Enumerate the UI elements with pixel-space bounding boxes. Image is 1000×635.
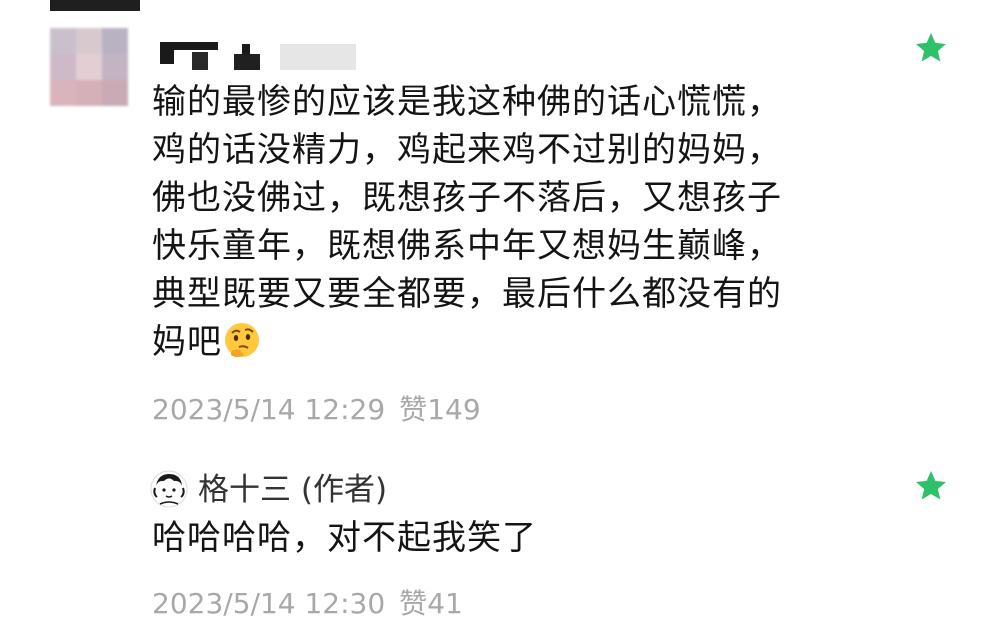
like-label[interactable]: 赞 (399, 587, 427, 620)
top-bar (50, 0, 140, 11)
comment-line: 妈吧 (152, 322, 222, 362)
username-redacted[interactable] (160, 38, 360, 72)
like-count: 149 (427, 393, 481, 426)
like-count: 41 (427, 587, 463, 620)
comment-line: 输的最惨的应该是我这种佛的话心慌慌， (152, 82, 782, 122)
reply-body: 哈哈哈哈，对不起我笑了 (152, 518, 537, 558)
like-label[interactable]: 赞 (399, 393, 427, 426)
author-avatar[interactable] (150, 470, 188, 508)
author-name[interactable]: 格十三 (作者) (198, 464, 387, 509)
thinking-face-icon (225, 323, 259, 357)
comment-meta: 2023/5/14 12:29 赞149 (152, 388, 481, 428)
star-icon[interactable] (913, 468, 949, 504)
comment-line: 典型既要又要全都要，最后什么都没有的 (152, 274, 782, 314)
star-icon[interactable] (913, 30, 949, 66)
avatar[interactable] (50, 28, 128, 106)
comment-line: 快乐童年，既想佛系中年又想妈生巅峰， (152, 226, 782, 266)
timestamp: 2023/5/14 12:29 (152, 393, 386, 426)
comment-body: 输的最惨的应该是我这种佛的话心慌慌， 鸡的话没精力，鸡起来鸡不过别的妈妈， 佛也没佛… (152, 78, 782, 366)
comment-line: 鸡的话没精力，鸡起来鸡不过别的妈妈， (152, 130, 782, 170)
timestamp: 2023/5/14 12:30 (152, 587, 386, 620)
comment-line: 佛也没佛过，既想孩子不落后，又想孩子 (152, 178, 782, 218)
reply-meta: 2023/5/14 12:30 赞41 (152, 582, 463, 622)
